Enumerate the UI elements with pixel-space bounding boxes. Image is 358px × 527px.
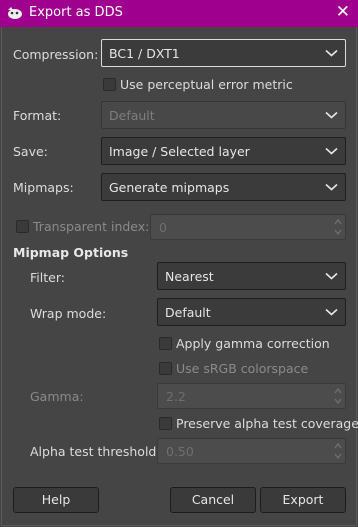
wrap-mode-value: Default — [165, 305, 211, 320]
format-combo[interactable]: Default — [101, 101, 346, 129]
gamma-spinner[interactable]: 2.2 — [157, 383, 346, 409]
chevron-down-icon — [325, 308, 338, 316]
apply-gamma-checkbox[interactable] — [159, 337, 172, 350]
transparent-index-value: 0 — [159, 220, 167, 235]
transparent-index-spinner[interactable]: 0 — [150, 214, 346, 240]
use-srgb-checkbox[interactable] — [159, 362, 172, 375]
spin-up-icon[interactable] — [333, 386, 343, 396]
wrap-mode-combo[interactable]: Default — [157, 298, 346, 326]
format-value: Default — [109, 108, 155, 123]
chevron-down-icon — [325, 183, 338, 191]
chevron-down-icon — [325, 272, 338, 280]
filter-combo[interactable]: Nearest — [157, 262, 346, 290]
spin-up-icon[interactable] — [333, 217, 343, 227]
compression-combo[interactable]: BC1 / DXT1 — [101, 39, 346, 67]
alpha-threshold-spinner[interactable]: 0.50 — [157, 438, 346, 464]
mipmaps-label: Mipmaps: — [13, 180, 74, 195]
cancel-button[interactable]: Cancel — [170, 487, 256, 513]
gimp-logo-icon — [8, 7, 22, 19]
compression-value: BC1 / DXT1 — [109, 46, 180, 61]
help-button[interactable]: Help — [13, 487, 99, 513]
mipmap-options-heading: Mipmap Options — [13, 245, 129, 260]
export-button[interactable]: Export — [260, 487, 346, 513]
chevron-down-icon — [325, 111, 338, 119]
transparent-index-checkbox[interactable] — [16, 220, 29, 233]
title-bar: Export as DDS ✕ — [0, 0, 358, 27]
spin-down-icon[interactable] — [333, 396, 343, 406]
chevron-down-icon — [325, 49, 338, 57]
gamma-label: Gamma: — [30, 389, 84, 404]
perceptual-label: Use perceptual error metric — [120, 77, 293, 92]
save-label: Save: — [13, 144, 48, 159]
transparent-index-label: Transparent index: — [33, 219, 150, 234]
filter-value: Nearest — [165, 269, 214, 284]
spin-down-icon[interactable] — [333, 451, 343, 461]
mipmaps-combo[interactable]: Generate mipmaps — [101, 173, 346, 201]
dialog-body: Compression: BC1 / DXT1 Use perceptual e… — [1, 27, 358, 526]
compression-label: Compression: — [13, 47, 99, 62]
save-value: Image / Selected layer — [109, 144, 250, 159]
apply-gamma-label: Apply gamma correction — [176, 336, 330, 351]
spin-down-icon[interactable] — [333, 227, 343, 237]
gamma-value: 2.2 — [166, 389, 186, 404]
perceptual-checkbox[interactable] — [103, 78, 116, 91]
format-label: Format: — [13, 108, 62, 123]
chevron-down-icon — [325, 147, 338, 155]
filter-label: Filter: — [30, 270, 65, 285]
close-icon[interactable]: ✕ — [336, 2, 350, 22]
save-combo[interactable]: Image / Selected layer — [101, 137, 346, 165]
spin-up-icon[interactable] — [333, 441, 343, 451]
alpha-threshold-label: Alpha test threshold: — [30, 444, 161, 459]
mipmaps-value: Generate mipmaps — [109, 180, 230, 195]
wrap-mode-label: Wrap mode: — [30, 306, 107, 321]
use-srgb-label: Use sRGB colorspace — [176, 361, 309, 376]
preserve-alpha-label: Preserve alpha test coverage — [176, 416, 358, 431]
alpha-threshold-value: 0.50 — [166, 444, 194, 459]
preserve-alpha-checkbox[interactable] — [159, 417, 172, 430]
window-title: Export as DDS — [29, 5, 123, 20]
